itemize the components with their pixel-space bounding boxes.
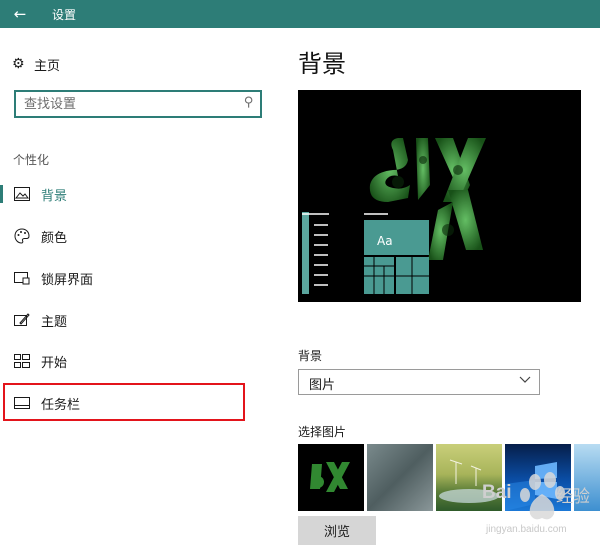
sidebar-item-lock-screen[interactable]: 锁屏界面 [0, 262, 276, 294]
browse-button[interactable]: 浏览 [298, 516, 376, 545]
watermark: Bai 经验 jingyan.baidu.com [480, 462, 600, 547]
window-title: 设置 [52, 8, 77, 22]
thumbnail-1[interactable] [298, 444, 364, 511]
image-icon [13, 185, 31, 203]
start-icon [13, 352, 31, 370]
page-title: 背景 [298, 50, 346, 78]
lock-screen-icon [13, 269, 31, 287]
sidebar-item-label: 锁屏界面 [41, 272, 94, 288]
palette-icon [13, 227, 31, 245]
sidebar-item-start[interactable]: 开始 [0, 345, 276, 377]
search-icon[interactable]: ⚲ [244, 95, 254, 110]
sidebar-item-label: 开始 [41, 355, 68, 371]
background-label: 背景 [298, 349, 323, 363]
watermark-brand: Bai [482, 482, 512, 503]
background-type-select[interactable]: 图片 [298, 369, 540, 395]
search-box: ⚲ [14, 90, 262, 118]
active-indicator [0, 185, 3, 203]
watermark-url: jingyan.baidu.com [486, 524, 567, 535]
highlight-annotation [3, 383, 245, 421]
choose-picture-label: 选择图片 [298, 425, 347, 439]
gear-icon: ⚙ [12, 56, 25, 72]
wallpaper-preview-graphic [302, 138, 486, 294]
select-value: 图片 [309, 378, 336, 393]
sidebar-item-label: 背景 [41, 188, 68, 204]
theme-icon [13, 311, 31, 329]
search-input[interactable] [24, 95, 234, 113]
back-arrow-icon: ← [13, 5, 27, 23]
section-label: 个性化 [13, 153, 50, 167]
sidebar: ⚙ 主页 ⚲ 个性化 背景 颜色 锁屏界面 主题 [0, 28, 276, 547]
background-preview: Aa [298, 90, 581, 302]
preview-tile-text: Aa [377, 234, 393, 248]
title-bar: ← 设置 [0, 0, 600, 28]
sidebar-item-colors[interactable]: 颜色 [0, 220, 276, 252]
sidebar-item-label: 主题 [41, 314, 68, 330]
home-label: 主页 [34, 58, 61, 74]
back-button[interactable]: ← [0, 0, 40, 28]
sidebar-item-label: 颜色 [41, 230, 68, 246]
sidebar-item-background[interactable]: 背景 [0, 178, 276, 210]
thumbnail-2[interactable] [367, 444, 433, 511]
chevron-down-icon [519, 373, 531, 388]
watermark-product: 经验 [556, 487, 590, 507]
home-nav[interactable]: ⚙ 主页 [12, 54, 60, 74]
sidebar-item-themes[interactable]: 主题 [0, 304, 276, 336]
